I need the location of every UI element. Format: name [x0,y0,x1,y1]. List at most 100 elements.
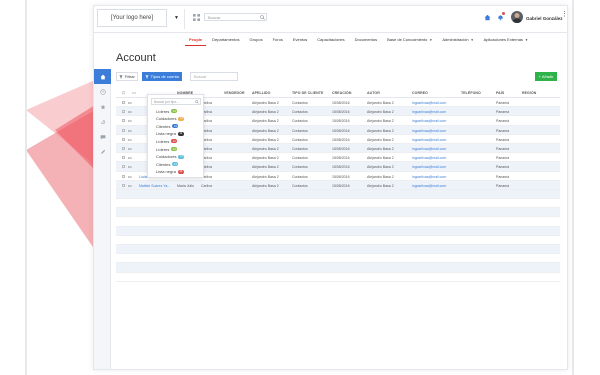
cell-pais: Panamá [496,128,510,133]
count-badge: 11 [178,116,185,121]
user-name[interactable]: Gabriel González [526,16,563,21]
table-row[interactable]: ••• Matilde Suárez Ya... Maria Julio Carliv… [116,180,560,190]
row-actions-icon[interactable]: ••• [128,119,132,123]
nav-item-departamentos[interactable]: Departamentos [212,33,239,46]
cell-pais: Panamá [496,174,510,179]
sidebar-item-clock[interactable] [94,84,111,99]
cell-creacion: 15/08/2016 [332,101,350,105]
sidebar-item-history[interactable] [94,114,111,129]
row-checkbox[interactable] [122,156,125,160]
column-header[interactable]: CREACIÓN [332,91,351,95]
cell-vendedor: Alejandro Basa 2 [252,146,279,151]
account-type-dropdown: Buscar por tipo... Líderes 12 Cuidadores 11… [147,94,204,178]
column-header[interactable]: TIPO DE CLIENTE [292,91,323,95]
app-window: [Your logo here] ▼ Buscar Gabriel Gonzál… [93,5,568,370]
avatar[interactable] [511,11,523,23]
bell-icon[interactable] [497,14,504,21]
dropdown-item[interactable]: Cuidadores 11 [156,154,185,160]
dropdown-item-label: Cuidadores [156,154,177,160]
sidebar-item-chat[interactable] [94,129,111,144]
sidebar-item-edit[interactable] [94,144,111,159]
column-header[interactable]: CORREO [412,91,428,95]
row-actions-icon[interactable]: ••• [128,184,132,188]
logo-placeholder[interactable]: [Your logo here] [97,9,167,27]
cell-correo: ingcarlivaa@mail.com [412,146,447,151]
cell-pais: Panamá [496,137,510,142]
cell-tipo: Contactos [292,165,308,170]
cell-vendedor: Alejandro Basa 2 [252,165,279,170]
column-header[interactable]: PAÍS [496,91,504,95]
row-checkbox[interactable] [122,128,125,132]
column-header[interactable]: VENDEDOR [224,91,245,95]
dropdown-item[interactable]: Clientes 12 [156,161,179,167]
empty-row [116,263,560,273]
dropdown-item[interactable]: Cuidadores 11 [156,116,185,122]
search-icon[interactable] [260,15,265,20]
row-checkbox[interactable] [122,183,125,187]
row-checkbox[interactable] [122,137,125,141]
column-header[interactable]: REGIÓN [522,91,536,95]
add-button[interactable]: + Añadir [535,72,557,81]
row-checkbox[interactable] [122,119,125,123]
sidebar-item-star[interactable] [94,99,111,114]
cell-vendedor: Alejandro Basa 2 [252,156,279,161]
nav-item-people[interactable]: People [184,33,207,46]
cell-tipo: Contactos [292,110,308,115]
cell-vendedor: Alejandro Basa 2 [252,183,279,188]
row-actions-icon[interactable]: ••• [128,129,132,133]
count-badge: 11 [171,139,178,144]
apps-grid-icon[interactable] [193,14,200,21]
nav-item-aplicaciones-externas[interactable]: Aplicaciones Externas ▼ [484,33,528,46]
dropdown-item[interactable]: Lista negra 14 [156,131,184,137]
cell-creacion: 15/08/2016 [332,110,350,115]
home-icon[interactable] [484,14,491,21]
column-header[interactable]: AUTOR [367,91,380,95]
row-actions-icon[interactable]: ••• [128,101,132,105]
header-search-input[interactable]: Buscar [204,13,267,21]
nav-item-documentos[interactable]: Documentos [355,33,377,46]
dropdown-search-input[interactable]: Buscar por tipo... [151,98,201,105]
row-actions-icon[interactable]: ••• [128,147,132,151]
cell-correo: ingcarlivaa@mail.com [412,183,447,188]
row-checkbox[interactable] [122,174,125,178]
row-actions-icon[interactable]: ••• [128,156,132,160]
select-all-checkbox[interactable]: ☐ [122,91,125,95]
row-actions-icon[interactable]: ••• [128,110,132,114]
nav-item-base-de-conocimiento[interactable]: Base de Conocimiento ▼ [387,33,432,46]
cell-pais: Panamá [496,156,510,161]
dropdown-item[interactable]: Líderes 12 [156,108,178,114]
cell-creacion: 15/08/2016 [332,137,350,142]
row-checkbox[interactable] [122,146,125,150]
nav-item-eventos[interactable]: Eventos [293,33,307,46]
sidebar-item-home[interactable] [94,69,111,84]
table-search-input[interactable]: Buscar [190,72,238,81]
column-header[interactable]: TELÉFONO [461,91,481,95]
cell-tipo: Contactos [292,146,308,151]
cell-autor: Alejandro Basa 2 [367,174,394,179]
cell-creacion: 15/08/2016 [332,165,350,170]
chevron-down-icon[interactable]: ▼ [174,15,179,21]
more-menu-icon[interactable]: ⋮ [561,11,567,18]
dropdown-item[interactable]: Lista negra 13 [156,169,184,175]
dropdown-item-label: Clientes [156,123,171,129]
row-checkbox[interactable] [122,165,125,169]
row-checkbox[interactable] [122,101,125,104]
dropdown-item[interactable]: Líderes 11 [156,138,178,144]
column-header[interactable]: APELLIDO [252,91,271,95]
empty-row [116,236,560,245]
row-actions-icon[interactable]: ••• [128,175,132,179]
count-badge: 12 [172,162,179,167]
left-sidebar [94,69,111,369]
dropdown-item[interactable]: Clientes 12 [156,123,179,129]
row-actions-icon[interactable]: ••• [128,165,132,169]
nav-item-grupos[interactable]: Grupos [249,33,262,46]
nav-item-foros[interactable]: Foros [273,33,283,46]
cell-pais: Panamá [496,165,510,170]
nav-item-administracion[interactable]: Administración ▼ [442,33,473,46]
row-checkbox[interactable] [122,110,125,114]
account-type-filter-button[interactable]: Tipos de cuenta [142,72,182,81]
row-actions-icon[interactable]: ••• [128,138,132,142]
nav-item-capacitaciones[interactable]: Capacitaciones [317,33,344,46]
dropdown-item[interactable]: Líderes 12 [156,146,178,152]
filter-button[interactable]: Filtrar [116,72,138,81]
